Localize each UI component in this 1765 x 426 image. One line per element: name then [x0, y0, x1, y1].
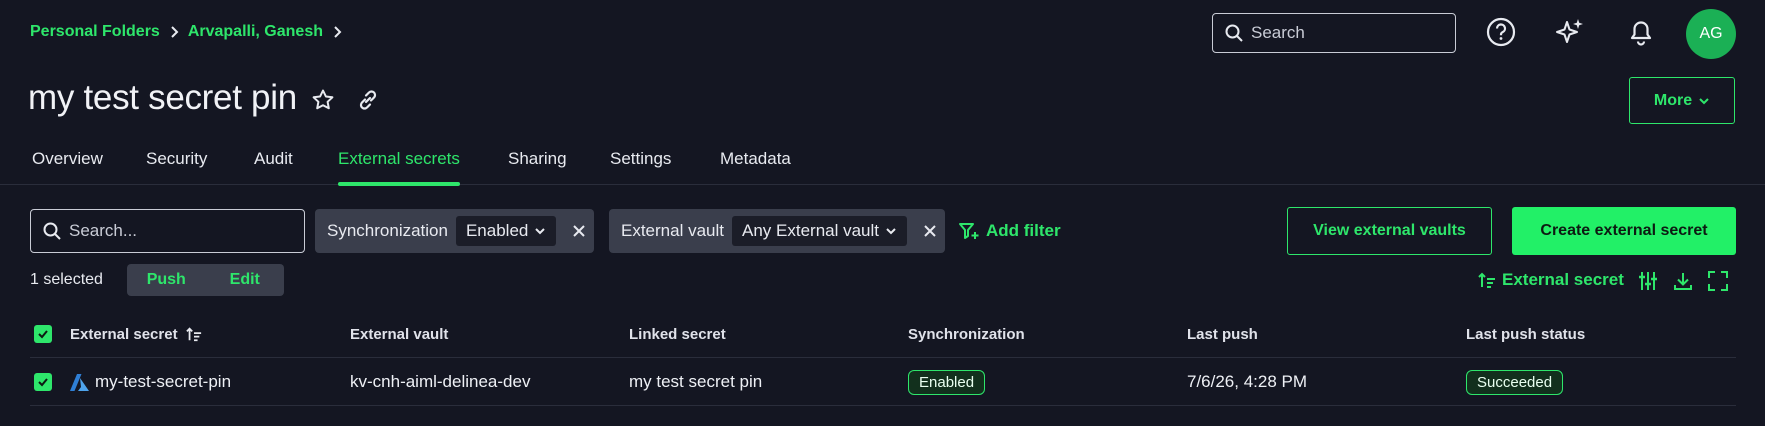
bell-icon	[1630, 21, 1652, 46]
table-header: External secret External vault Linked se…	[30, 310, 1736, 358]
filter-chip-external-vault: External vault Any External vault	[609, 209, 946, 253]
sort-icon	[185, 327, 201, 342]
status-badge: Enabled	[908, 369, 986, 395]
checkbox[interactable]	[34, 325, 52, 343]
cell-external-vault: kv-cnh-aiml-delinea-dev	[350, 372, 531, 391]
filter-plus-icon	[959, 223, 979, 239]
cell-linked-secret: my test secret pin	[629, 372, 763, 391]
tab-sharing[interactable]: Sharing	[508, 149, 567, 185]
filter-chip-label: External vault	[621, 221, 724, 240]
tab-audit[interactable]: Audit	[254, 149, 293, 185]
view-external-vaults-button[interactable]: View external vaults	[1287, 207, 1492, 255]
sparkle-icon	[1556, 19, 1583, 43]
chevron-right-icon	[171, 26, 179, 38]
list-search-input[interactable]	[69, 221, 289, 241]
chevron-down-icon	[886, 228, 896, 235]
azure-icon	[70, 373, 89, 391]
tab-metadata[interactable]: Metadata	[720, 149, 791, 185]
help-button[interactable]	[1484, 15, 1518, 49]
check-icon	[38, 378, 48, 387]
chevron-right-icon	[334, 26, 342, 38]
external-secrets-table: External secret External vault Linked se…	[30, 310, 1736, 406]
push-button[interactable]: Push	[127, 271, 206, 289]
select-value: Enabled	[465, 221, 529, 240]
column-header-external-vault[interactable]: External vault	[350, 310, 448, 358]
tab-settings[interactable]: Settings	[610, 149, 671, 185]
tab-bar: Overview Security Audit External secrets…	[0, 140, 1765, 186]
select-all-checkbox[interactable]	[34, 310, 52, 358]
checkbox[interactable]	[34, 373, 52, 391]
fullscreen-icon[interactable]	[1707, 270, 1729, 292]
column-header-last-push[interactable]: Last push	[1187, 310, 1258, 358]
search-icon	[43, 222, 61, 240]
breadcrumb: Personal Folders Arvapalli, Ganesh	[30, 23, 345, 41]
ai-assistant-button[interactable]	[1553, 15, 1587, 49]
column-header-external-secret[interactable]: External secret	[70, 310, 202, 358]
chevron-down-icon	[535, 228, 546, 235]
more-button-label: More	[1653, 91, 1693, 109]
global-search[interactable]	[1212, 13, 1456, 53]
filter-chip-synchronization: Synchronization Enabled	[315, 209, 595, 253]
column-header-synchronization[interactable]: Synchronization	[908, 310, 1025, 358]
row-checkbox[interactable]	[34, 358, 52, 406]
add-filter-button[interactable]: Add filter	[958, 221, 1061, 241]
global-search-input[interactable]	[1251, 23, 1441, 43]
remove-filter-button[interactable]	[564, 216, 594, 246]
star-icon[interactable]	[310, 87, 336, 113]
status-badge: Succeeded	[1466, 369, 1564, 395]
remove-filter-button[interactable]	[915, 216, 945, 246]
notifications-button[interactable]	[1624, 15, 1658, 49]
tab-overview[interactable]: Overview	[32, 149, 103, 185]
table-row[interactable]: my-test-secret-pin kv-cnh-aiml-delinea-d…	[30, 358, 1736, 406]
list-search[interactable]	[30, 209, 305, 253]
cell-synchronization: Enabled	[908, 358, 986, 406]
check-icon	[38, 330, 48, 339]
edit-button[interactable]: Edit	[206, 271, 285, 289]
chevron-down-icon	[1699, 97, 1709, 104]
tab-security[interactable]: Security	[146, 149, 207, 185]
avatar[interactable]: AG	[1686, 9, 1736, 59]
external-vault-select[interactable]: Any External vault	[732, 216, 908, 246]
filter-chip-label: Synchronization	[327, 221, 448, 240]
tab-external-secrets[interactable]: External secrets	[338, 149, 460, 186]
column-header-linked-secret[interactable]: Linked secret	[629, 310, 726, 358]
synchronization-select[interactable]: Enabled	[455, 216, 557, 246]
page-title: my test secret pin	[28, 78, 297, 117]
download-icon[interactable]	[1672, 270, 1694, 292]
more-button[interactable]: More	[1629, 77, 1735, 124]
external-secret-name: my-test-secret-pin	[95, 372, 232, 391]
bulk-actions: Push Edit	[127, 264, 284, 296]
sort-label: External secret	[1502, 270, 1624, 289]
breadcrumb-user-folder[interactable]: Arvapalli, Ganesh	[188, 23, 323, 41]
search-icon	[1225, 24, 1243, 42]
select-value: Any External vault	[742, 221, 880, 240]
sort-control[interactable]: External secret	[1478, 270, 1624, 290]
column-header-label: External secret	[70, 325, 178, 343]
selected-count: 1 selected	[30, 271, 103, 288]
cell-last-push: 7/6/26, 4:28 PM	[1187, 372, 1308, 391]
close-icon	[924, 225, 936, 237]
column-header-last-push-status[interactable]: Last push status	[1466, 310, 1585, 358]
create-external-secret-button[interactable]: Create external secret	[1512, 207, 1736, 255]
sort-icon	[1478, 272, 1495, 288]
add-filter-label: Add filter	[986, 221, 1061, 240]
column-settings-icon[interactable]	[1637, 270, 1659, 292]
cell-external-secret[interactable]: my-test-secret-pin	[70, 358, 231, 406]
close-icon	[573, 225, 586, 237]
help-icon	[1486, 17, 1516, 47]
breadcrumb-personal-folders[interactable]: Personal Folders	[30, 23, 160, 41]
cell-last-push-status: Succeeded	[1466, 358, 1564, 406]
link-icon[interactable]	[355, 87, 381, 113]
